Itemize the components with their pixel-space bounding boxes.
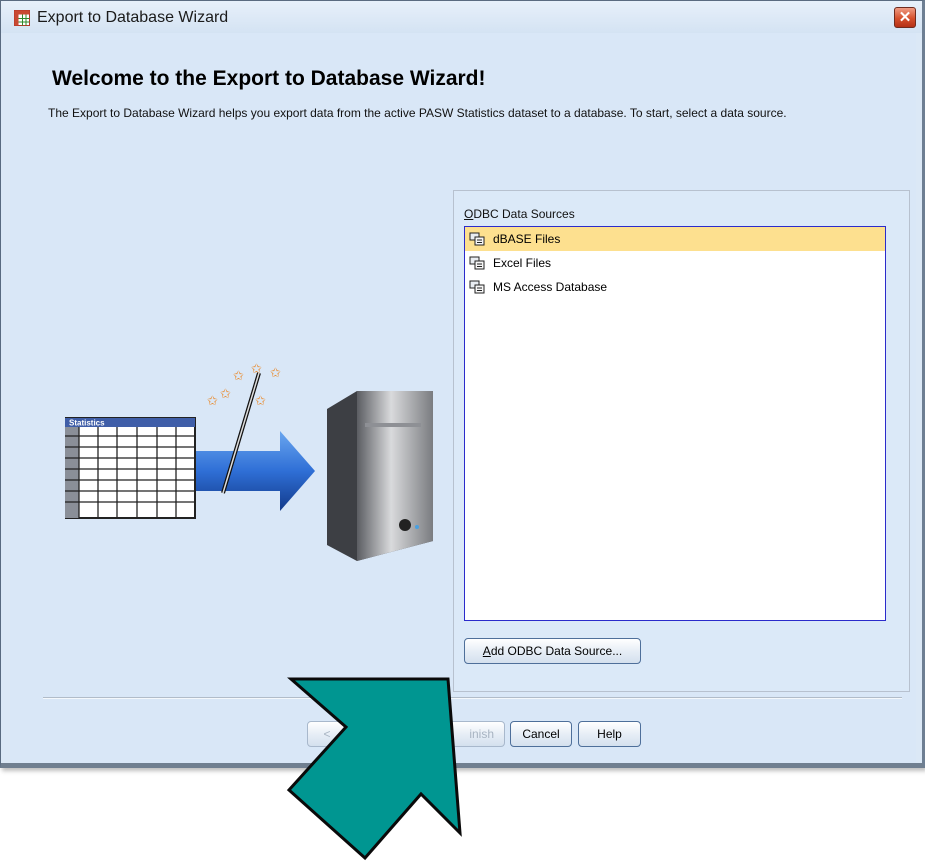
add-odbc-button-label: Add ODBC Data Source... (482, 644, 623, 658)
help-button[interactable]: Help (578, 721, 641, 747)
spreadsheet-icon: Statistics (65, 417, 196, 519)
back-button[interactable]: < (307, 721, 347, 747)
odbc-listbox[interactable]: dBASE Files Excel Files MS Access Database (464, 226, 886, 621)
list-item-label: dBASE Files (493, 232, 561, 246)
svg-text:✩: ✩ (207, 394, 218, 409)
finish-button[interactable]: inish (437, 721, 505, 747)
close-icon: ✕ (898, 9, 912, 26)
window-title: Export to Database Wizard (37, 9, 229, 26)
data-source-icon (469, 256, 485, 270)
server-icon (327, 391, 433, 561)
data-source-icon (469, 232, 485, 246)
svg-text:✩: ✩ (220, 387, 231, 402)
help-button-label: Help (597, 727, 622, 741)
list-item[interactable]: MS Access Database (465, 275, 885, 299)
wizard-window: Export to Database Wizard ✕ Welcome to t… (0, 0, 925, 768)
svg-text:✩: ✩ (251, 362, 262, 377)
cancel-button-label: Cancel (522, 727, 560, 741)
list-item-label: Excel Files (493, 256, 552, 270)
cancel-button[interactable]: Cancel (510, 721, 572, 747)
odbc-group: ODBC Data Sources dBASE Files Excel Files… (453, 190, 910, 692)
data-source-icon (469, 280, 485, 294)
odbc-label: ODBC Data Sources (464, 207, 575, 221)
svg-text:✩: ✩ (233, 369, 244, 384)
page-title: Welcome to the Export to Database Wizard… (52, 67, 486, 90)
app-table-icon (14, 10, 30, 26)
svg-text:✩: ✩ (255, 394, 266, 409)
add-odbc-data-source-button[interactable]: Add ODBC Data Source... (464, 638, 641, 664)
wizard-content: Welcome to the Export to Database Wizard… (10, 33, 916, 763)
list-item[interactable]: Excel Files (465, 251, 885, 275)
arrow-icon (196, 431, 315, 511)
footer-divider (43, 697, 902, 699)
title-bar[interactable]: Export to Database Wizard ✕ (1, 1, 922, 33)
export-illustration: Statistics ✩ ✩ ✩ ✩ ✩ ✩ (65, 362, 433, 561)
back-button-label: < (323, 727, 331, 741)
close-button[interactable]: ✕ (894, 7, 916, 28)
finish-button-label: inish (469, 727, 494, 741)
intro-text: The Export to Database Wizard helps you … (48, 106, 787, 120)
svg-text:✩: ✩ (270, 366, 281, 381)
list-item[interactable]: dBASE Files (465, 227, 885, 251)
spreadsheet-title: Statistics (69, 419, 105, 428)
list-item-label: MS Access Database (493, 280, 608, 294)
